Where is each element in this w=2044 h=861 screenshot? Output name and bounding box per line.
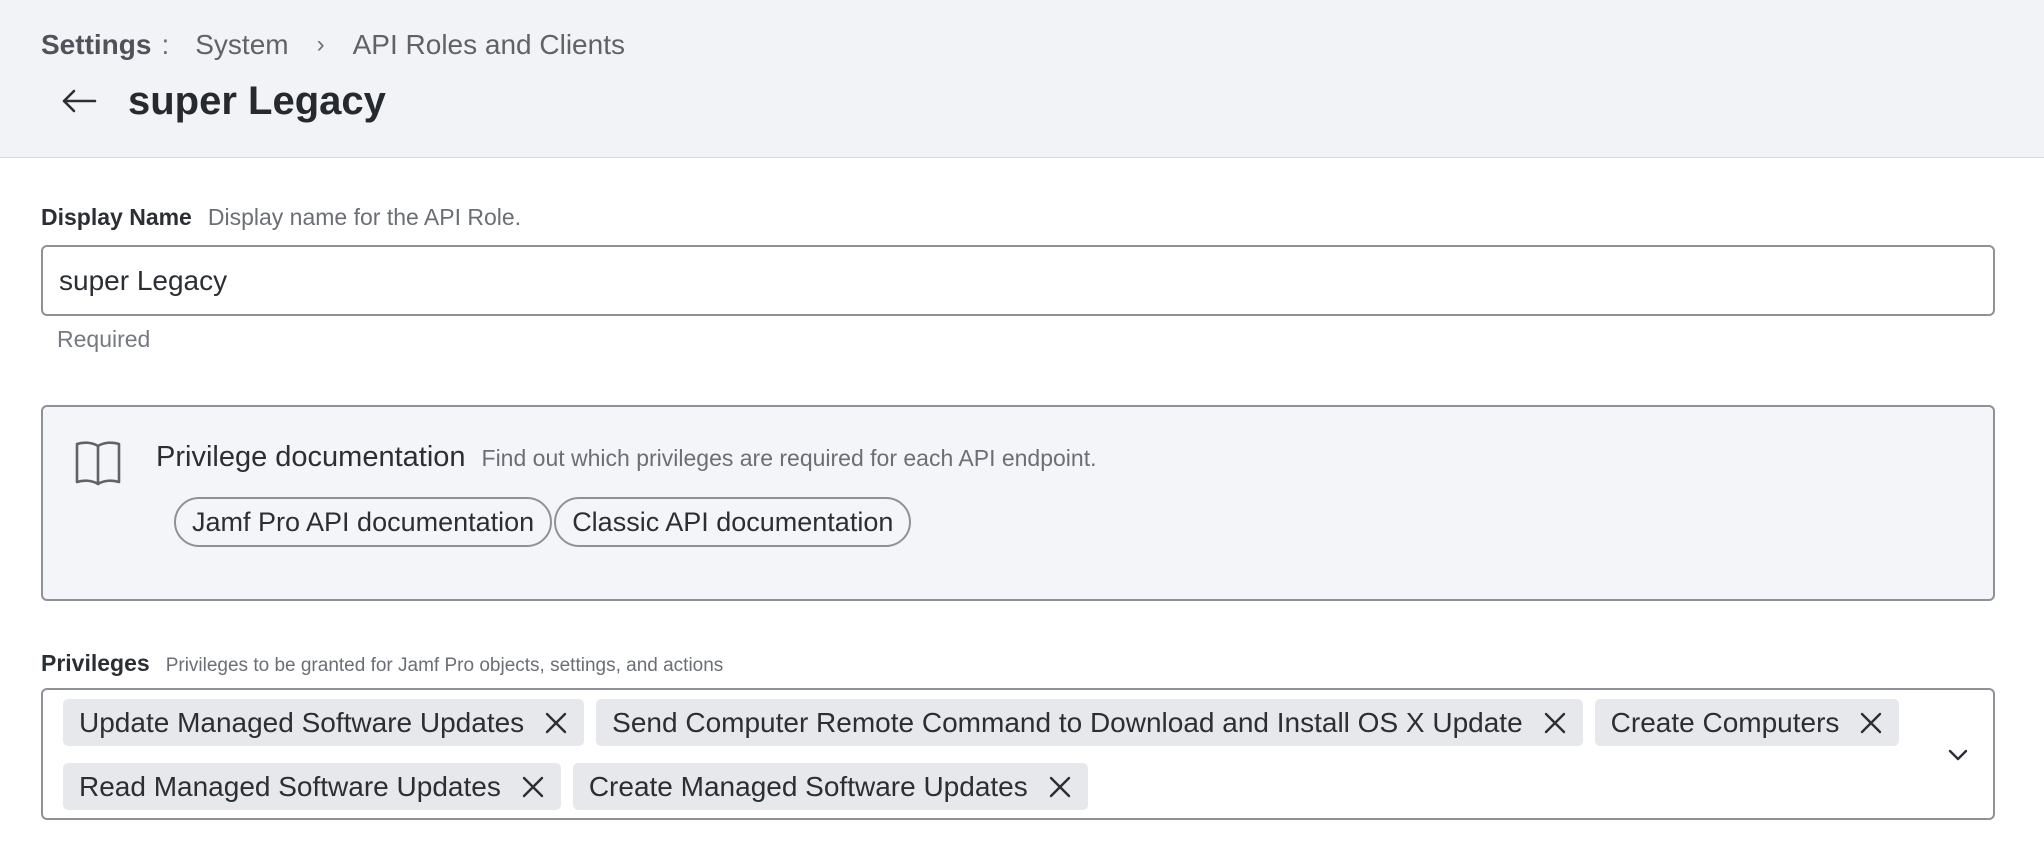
back-button[interactable] (58, 80, 100, 122)
privilege-documentation-description: Find out which privileges are required f… (481, 445, 1097, 471)
close-icon (522, 776, 544, 797)
arrow-left-icon (62, 89, 97, 113)
breadcrumb-system[interactable]: System (195, 29, 288, 61)
close-icon (1861, 712, 1882, 733)
privilege-chip: Create Managed Software Updates (572, 763, 1088, 810)
book-icon (75, 441, 121, 486)
close-icon (1049, 776, 1070, 797)
privilege-chip-label: Create Managed Software Updates (588, 770, 1028, 802)
privilege-chip: Read Managed Software Updates (63, 763, 561, 810)
privileges-label: Privileges (41, 650, 150, 676)
privilege-chip: Create Computers (1594, 699, 1900, 746)
remove-privilege-button[interactable] (519, 773, 547, 801)
privileges-multiselect[interactable]: Update Managed Software Updates Send Com… (41, 688, 1995, 820)
documentation-links: Jamf Pro API documentation Classic API d… (174, 497, 912, 547)
display-name-label: Display Name (41, 204, 192, 230)
display-name-description: Display name for the API Role. (207, 204, 522, 230)
remove-privilege-button[interactable] (542, 709, 570, 737)
privilege-chip-label: Create Computers (1610, 706, 1840, 738)
privilege-chip: Update Managed Software Updates (63, 699, 585, 746)
display-name-helper: Required (57, 326, 151, 352)
page-header: Settings : System › API Roles and Client… (0, 0, 2044, 158)
remove-privilege-button[interactable] (1541, 709, 1569, 737)
privilege-documentation-title: Privilege documentation (156, 441, 466, 473)
privileges-description: Privileges to be granted for Jamf Pro ob… (165, 655, 724, 676)
privileges-label-row: Privileges Privileges to be granted for … (41, 650, 723, 677)
privilege-chip: Send Computer Remote Command to Download… (596, 699, 1583, 746)
privilege-chips: Update Managed Software Updates Send Com… (63, 699, 1903, 810)
classic-api-docs-link[interactable]: Classic API documentation (554, 497, 912, 547)
close-icon (1544, 712, 1565, 733)
chevron-down-icon (1948, 749, 1968, 761)
close-icon (545, 712, 567, 733)
breadcrumb: Settings : System › API Roles and Client… (41, 28, 625, 62)
breadcrumb-settings[interactable]: Settings (41, 29, 151, 61)
remove-privilege-button[interactable] (1857, 709, 1885, 737)
remove-privilege-button[interactable] (1046, 773, 1074, 801)
breadcrumb-colon: : (161, 29, 170, 60)
privilege-documentation-header: Privilege documentation Find out which p… (156, 441, 1097, 474)
breadcrumb-chevron-icon: › (316, 31, 325, 58)
privilege-chip-label: Send Computer Remote Command to Download… (612, 706, 1523, 738)
display-name-label-row: Display Name Display name for the API Ro… (41, 204, 521, 231)
privilege-chip-label: Update Managed Software Updates (79, 706, 525, 738)
privilege-documentation-panel: Privilege documentation Find out which p… (41, 405, 1995, 601)
jamf-pro-api-docs-link[interactable]: Jamf Pro API documentation (174, 497, 553, 547)
privileges-dropdown-toggle[interactable] (1943, 740, 1973, 770)
display-name-input[interactable] (41, 245, 1995, 316)
breadcrumb-api-roles-clients[interactable]: API Roles and Clients (353, 29, 625, 61)
privilege-chip-label: Read Managed Software Updates (79, 770, 501, 802)
page-title: super Legacy (128, 79, 386, 123)
